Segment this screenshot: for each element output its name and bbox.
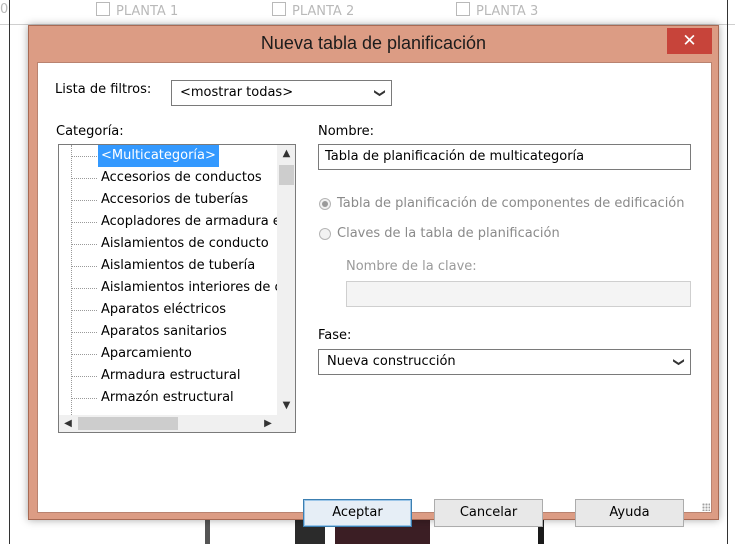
radio-selected-icon <box>319 198 331 210</box>
filter-list-value: <mostrar todas> <box>180 85 294 100</box>
chevron-down-icon: ❮ <box>372 88 386 98</box>
category-item[interactable]: Aislamientos de conducto <box>59 233 277 255</box>
horizontal-scrollbar[interactable]: ◀ ▶ <box>59 415 277 432</box>
scroll-up-icon[interactable]: ▲ <box>277 145 295 163</box>
category-item[interactable]: Armazón estructural <box>59 387 277 409</box>
ok-button[interactable]: Aceptar <box>303 499 412 527</box>
drawing-line <box>205 518 210 544</box>
scroll-right-icon[interactable]: ▶ <box>259 415 277 432</box>
dialog-title-bar[interactable]: Nueva tabla de planificación ✕ <box>29 26 718 62</box>
category-item[interactable]: Accesorios de tuberías <box>59 189 277 211</box>
tab-label: PLANTA 2 <box>292 4 355 19</box>
category-rows: <Multicategoría> Accesorios de conductos… <box>59 145 277 415</box>
close-button[interactable]: ✕ <box>667 28 712 54</box>
scroll-left-icon[interactable]: ◀ <box>59 415 77 432</box>
tab-label: PLANTA 1 <box>116 4 179 19</box>
scroll-down-icon[interactable]: ▼ <box>277 397 295 415</box>
category-item-multicategoria[interactable]: <Multicategoría> <box>59 145 277 167</box>
background-tab-planta-3[interactable]: PLANTA 3 <box>456 2 538 20</box>
radio-schedule-keys[interactable]: Claves de la tabla de planificación <box>319 226 619 244</box>
chevron-down-icon: ❮ <box>671 357 685 367</box>
resize-grip-icon[interactable] <box>702 503 710 511</box>
phase-label: Fase: <box>318 328 352 343</box>
background-fragment: 0 <box>0 2 9 17</box>
category-list[interactable]: <Multicategoría> Accesorios de conductos… <box>58 144 296 433</box>
category-label: Categoría: <box>56 124 124 139</box>
filter-list-dropdown[interactable]: <mostrar todas> ❮ <box>171 80 392 106</box>
vertical-scrollbar[interactable]: ▲ ▼ <box>277 145 295 415</box>
category-item[interactable]: Aislamientos de tubería <box>59 255 277 277</box>
background-tab-planta-2[interactable]: PLANTA 2 <box>272 2 354 20</box>
help-button[interactable]: Ayuda <box>575 499 684 527</box>
scrollbar-corner <box>277 415 295 432</box>
background-tab-planta-1[interactable]: PLANTA 1 <box>96 2 178 20</box>
category-item[interactable]: Aparatos eléctricos <box>59 299 277 321</box>
radio-unselected-icon <box>319 228 331 240</box>
dialog-body: Lista de filtros: <mostrar todas> ❮ Cate… <box>37 62 712 527</box>
category-item[interactable]: Aislamientos interiores de con <box>59 277 277 299</box>
name-label: Nombre: <box>318 124 375 139</box>
category-item[interactable]: Acopladores de armadura est <box>59 211 277 233</box>
filter-list-label: Lista de filtros: <box>55 82 152 97</box>
view-icon <box>96 2 110 16</box>
category-item[interactable]: Aparcamiento <box>59 343 277 365</box>
background-view-tabs: 0 PLANTA 1 PLANTA 2 PLANTA 3 <box>0 0 735 25</box>
background-frame-right <box>727 0 728 544</box>
radio-component-schedule[interactable]: Tabla de planificación de componentes de… <box>319 196 699 214</box>
cancel-button[interactable]: Cancelar <box>434 499 543 527</box>
tab-label: PLANTA 3 <box>476 4 539 19</box>
category-item[interactable]: Accesorios de conductos <box>59 167 277 189</box>
background-frame-left <box>9 0 10 544</box>
name-input[interactable]: Tabla de planificación de multicategoría <box>318 144 691 170</box>
phase-dropdown[interactable]: Nueva construcción ❮ <box>318 349 691 375</box>
dialog-title: Nueva tabla de planificación <box>260 33 487 53</box>
category-item[interactable]: Armadura estructural <box>59 365 277 387</box>
key-name-label: Nombre de la clave: <box>346 259 477 274</box>
scroll-thumb[interactable] <box>78 417 178 430</box>
key-name-input[interactable] <box>346 281 691 307</box>
category-item[interactable]: Aparatos sanitarios <box>59 321 277 343</box>
phase-value: Nueva construcción <box>327 354 456 369</box>
view-icon <box>456 2 470 16</box>
new-schedule-dialog: Nueva tabla de planificación ✕ Lista de … <box>28 25 719 527</box>
view-icon <box>272 2 286 16</box>
close-icon: ✕ <box>682 31 697 51</box>
scroll-thumb[interactable] <box>279 165 294 185</box>
